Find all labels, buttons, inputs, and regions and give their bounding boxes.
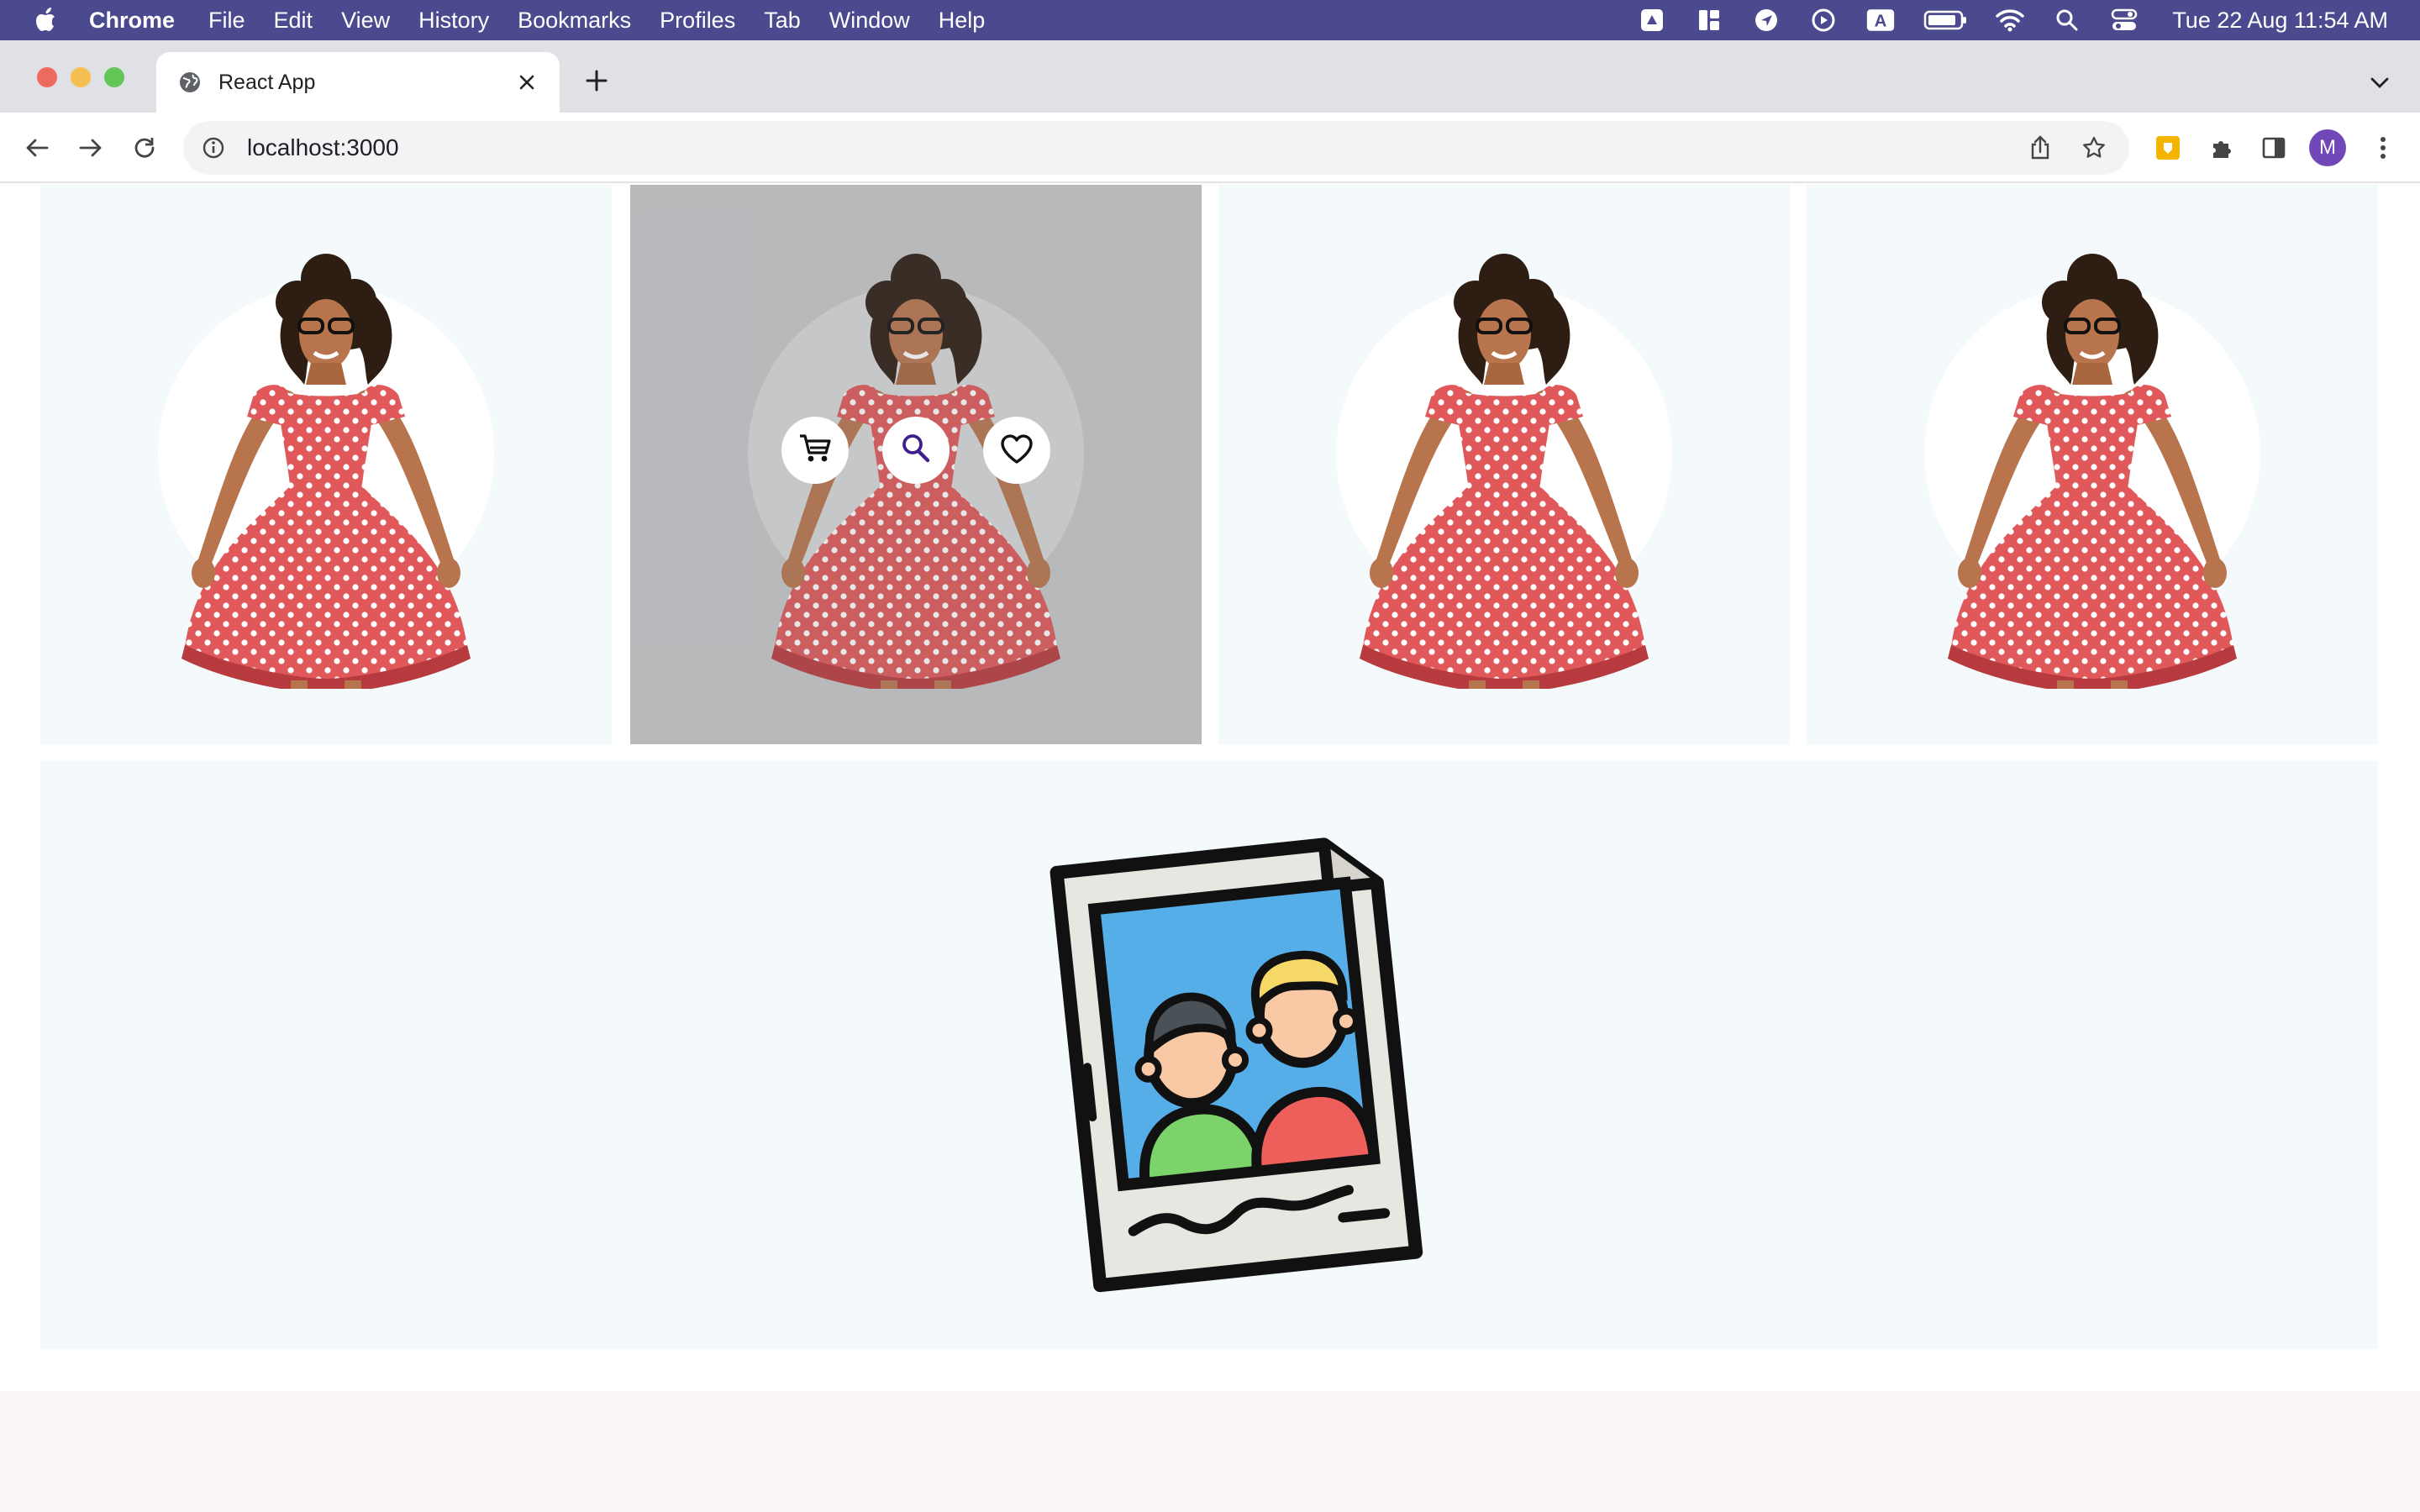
menu-history[interactable]: History bbox=[418, 0, 489, 40]
share-icon[interactable] bbox=[2022, 129, 2059, 166]
site-info-icon[interactable] bbox=[200, 134, 227, 161]
svg-text:A: A bbox=[1875, 13, 1887, 31]
menu-bookmarks[interactable]: Bookmarks bbox=[518, 0, 631, 40]
browser-toolbar: localhost:3000 M bbox=[0, 113, 2420, 183]
menu-view[interactable]: View bbox=[341, 0, 390, 40]
window-zoom-button[interactable] bbox=[104, 67, 124, 87]
macos-menu-bar: Chrome File Edit View History Bookmarks … bbox=[0, 0, 2420, 40]
tab-react-app[interactable]: React App bbox=[156, 52, 560, 113]
photo-placeholder-icon bbox=[1050, 837, 1423, 1293]
reload-icon[interactable] bbox=[124, 128, 165, 168]
menu-profiles[interactable]: Profiles bbox=[660, 0, 735, 40]
add-to-wishlist-button[interactable] bbox=[983, 417, 1050, 484]
menu-edit[interactable]: Edit bbox=[274, 0, 313, 40]
product-image-dress bbox=[40, 185, 612, 689]
browser-tab-strip: React App bbox=[0, 40, 2420, 113]
keyboard-a-icon[interactable]: A bbox=[1866, 6, 1895, 34]
menu-tab[interactable]: Tab bbox=[764, 0, 801, 40]
product-card[interactable] bbox=[1807, 185, 2378, 744]
cart-icon bbox=[797, 430, 834, 471]
profile-avatar[interactable]: M bbox=[2309, 129, 2346, 166]
address-bar[interactable]: localhost:3000 bbox=[183, 121, 2129, 175]
play-icon[interactable] bbox=[1809, 6, 1838, 34]
status-tray: A Tue 22 Aug 11:54 AM bbox=[1638, 0, 2388, 40]
back-arrow-icon[interactable] bbox=[17, 128, 57, 168]
product-card[interactable] bbox=[1218, 185, 1790, 744]
bookmark-star-icon[interactable] bbox=[2075, 129, 2112, 166]
product-image-dress bbox=[1218, 185, 1790, 689]
control-center-icon[interactable] bbox=[2110, 6, 2139, 34]
close-icon[interactable] bbox=[514, 70, 539, 95]
page-content bbox=[0, 185, 2420, 1512]
quick-view-button[interactable] bbox=[882, 417, 950, 484]
drive-icon[interactable] bbox=[1638, 6, 1666, 34]
product-card-hovered[interactable] bbox=[630, 185, 1202, 744]
extension-keep-icon[interactable] bbox=[2148, 128, 2188, 168]
heart-icon bbox=[998, 432, 1035, 470]
product-image-dress bbox=[1807, 185, 2378, 689]
image-placeholder-banner bbox=[40, 761, 2378, 1349]
search-icon bbox=[898, 431, 934, 470]
globe-icon bbox=[178, 71, 202, 94]
menu-file[interactable]: File bbox=[208, 0, 245, 40]
apple-icon[interactable] bbox=[30, 6, 64, 34]
spotlight-search-icon[interactable] bbox=[2053, 6, 2081, 34]
window-close-button[interactable] bbox=[37, 67, 57, 87]
location-icon[interactable] bbox=[1752, 6, 1781, 34]
add-to-cart-button[interactable] bbox=[781, 417, 849, 484]
product-card[interactable] bbox=[40, 185, 612, 744]
window-minimize-button[interactable] bbox=[71, 67, 91, 87]
battery-icon[interactable] bbox=[1923, 6, 1967, 34]
menu-window[interactable]: Window bbox=[829, 0, 910, 40]
tab-title: React App bbox=[218, 70, 316, 94]
page-footer-strip bbox=[0, 1391, 2420, 1512]
chevron-down-icon[interactable] bbox=[2363, 66, 2396, 99]
new-tab-plus-icon[interactable] bbox=[580, 64, 613, 97]
extensions-puzzle-icon[interactable] bbox=[2202, 128, 2242, 168]
wifi-icon[interactable] bbox=[1996, 6, 2025, 34]
url-text[interactable]: localhost:3000 bbox=[247, 134, 2022, 161]
forward-arrow-icon[interactable] bbox=[71, 128, 111, 168]
kebab-menu-icon[interactable] bbox=[2363, 128, 2403, 168]
menubar-clock[interactable]: Tue 22 Aug 11:54 AM bbox=[2172, 8, 2388, 34]
side-panel-icon[interactable] bbox=[2254, 128, 2294, 168]
menu-help[interactable]: Help bbox=[939, 0, 986, 40]
dashboard-icon[interactable] bbox=[1695, 6, 1723, 34]
menu-app-name[interactable]: Chrome bbox=[89, 0, 175, 40]
